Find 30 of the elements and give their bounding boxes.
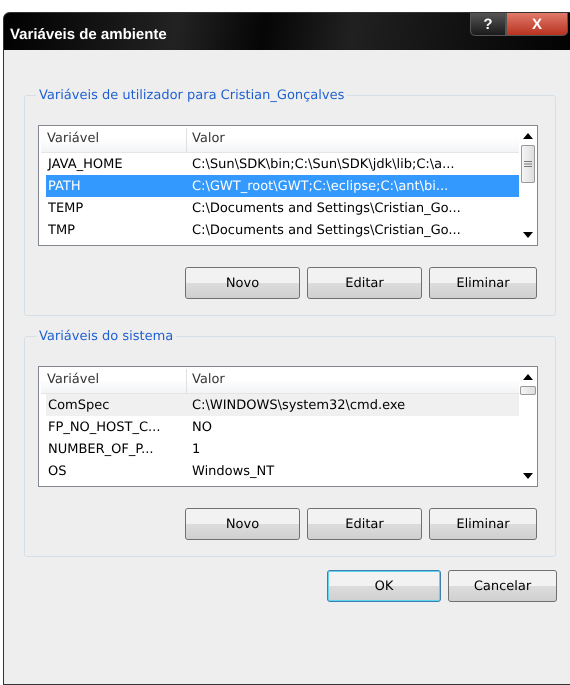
dialog-button[interactable]: Cancelar (448, 570, 557, 602)
action-button[interactable]: Editar (307, 508, 422, 540)
scroll-down-icon[interactable] (523, 232, 533, 238)
list-row[interactable]: FP_NO_HOST_C... NO (46, 416, 519, 438)
column-header[interactable]: Variável (41, 128, 187, 152)
dialog-button[interactable]: OK (327, 570, 441, 602)
scroll-down-icon[interactable] (523, 473, 533, 479)
list-row[interactable]: ComSpec C:\WINDOWS\system32\cmd.exe (46, 394, 519, 416)
help-button[interactable]: ? (470, 13, 506, 36)
action-button[interactable]: Novo (185, 508, 300, 540)
scroll-up-icon[interactable] (523, 374, 533, 380)
list-row[interactable]: TEMP C:\Documents and Settings\Cristian_Go... (46, 197, 519, 219)
scroll-up-icon[interactable] (523, 133, 533, 139)
action-button[interactable]: Eliminar (429, 267, 537, 299)
column-header[interactable]: Variável (41, 369, 187, 393)
column-header[interactable]: Valor (187, 128, 519, 152)
scroll-thumb[interactable] (521, 145, 535, 183)
window-title: Variáveis de ambiente (10, 26, 167, 43)
list-row[interactable]: NUMBER_OF_P... 1 (46, 438, 519, 460)
list-row[interactable]: OS Windows_NT (46, 460, 519, 482)
scroll-thumb[interactable] (520, 386, 536, 395)
list-row[interactable]: TMP C:\Documents and Settings\Cristian_Go... (46, 219, 519, 241)
action-button[interactable]: Novo (185, 267, 300, 299)
list-row[interactable]: JAVA_HOME C:\Sun\SDK\bin;C:\Sun\SDK\jdk\lib;C:\a... (46, 153, 519, 175)
action-button[interactable]: Eliminar (429, 508, 537, 540)
close-button[interactable]: X (506, 13, 568, 36)
group-title: Variáveis de utilizador para Cristian_Gonçalves (38, 88, 346, 103)
action-button[interactable]: Editar (307, 267, 422, 299)
group-title: Variáveis do sistema (38, 329, 174, 344)
column-header[interactable]: Valor (187, 369, 519, 393)
